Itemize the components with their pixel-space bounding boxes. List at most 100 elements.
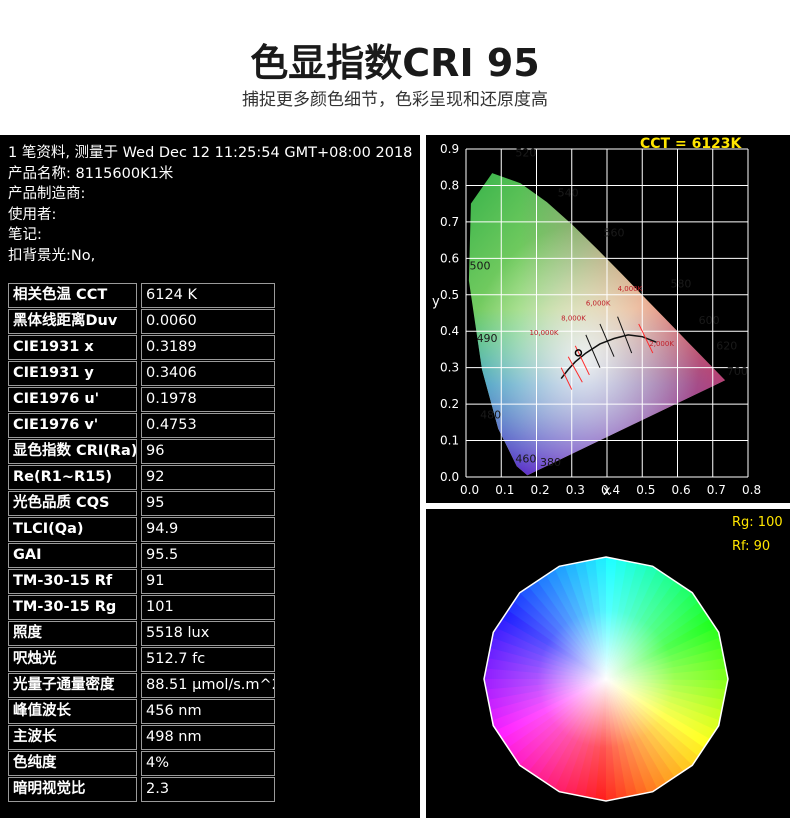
meta-line-notes: 笔记: — [8, 227, 42, 243]
table-value: 0.4753 — [141, 413, 275, 438]
x-tick-label: 0.1 — [495, 483, 514, 497]
table-value: 0.3406 — [141, 361, 275, 386]
table-row: 光色品质 CQS 95 — [8, 491, 278, 516]
table-key: CIE1931 x — [8, 335, 137, 360]
wavelength-label: 380 — [540, 456, 561, 469]
cie-diagram-panel: 0.0 0.1 0.2 0.3 0.4 0.5 0.6 0.7 0.8 0.0 0.1 0.2 0.3 0… — [426, 135, 790, 503]
table-key: 光量子通量密度 — [8, 673, 137, 698]
table-value: 101 — [141, 595, 275, 620]
tm30-color-vector-graphic: Rg: 100 Rf: 90 — [483, 515, 783, 802]
table-row: 色纯度 4% — [8, 751, 278, 776]
page-subtitle: 捕捉更多颜色细节，色彩呈现和还原度高 — [242, 90, 548, 110]
table-value: 0.0060 — [141, 309, 275, 334]
table-row: TM-30-15 Rg 101 — [8, 595, 278, 620]
table-row: 光量子通量密度 88.51 μmol/s.m^2 — [8, 673, 278, 698]
table-row: 峰值波长 456 nm — [8, 699, 278, 724]
table-key: TM-30-15 Rf — [8, 569, 137, 594]
table-key: CIE1976 v' — [8, 413, 137, 438]
wavelength-label: 490 — [477, 332, 498, 345]
table-value: 0.3189 — [141, 335, 275, 360]
table-row: 照度 5518 lux — [8, 621, 278, 646]
rf-label: Rf: 90 — [732, 539, 770, 554]
wavelength-label: 460 — [515, 452, 536, 465]
measurement-meta: 1 笔资料, 测量于 Wed Dec 12 11:25:54 GMT+08:00… — [8, 143, 418, 266]
x-tick-label: 0.6 — [672, 483, 691, 497]
table-key: Re(R1~R15) — [8, 465, 137, 490]
table-row: 主波长 498 nm — [8, 725, 278, 750]
cie-gamut-white — [468, 173, 725, 476]
rg-label: Rg: 100 — [732, 515, 783, 530]
x-tick-label: 0.7 — [707, 483, 726, 497]
table-row: 呎烛光 512.7 fc — [8, 647, 278, 672]
cct-mark-label: 2,000K — [649, 340, 674, 348]
table-row: CIE1976 u' 0.1978 — [8, 387, 278, 412]
wavelength-label: 520 — [515, 146, 536, 159]
table-key: 显色指数 CRI(Ra) — [8, 439, 137, 464]
cct-mark-label: 4,000K — [618, 285, 643, 293]
wavelength-label: 480 — [480, 409, 501, 422]
table-key: 峰值波长 — [8, 699, 137, 724]
x-tick-label: 0.2 — [531, 483, 550, 497]
cct-mark-label: 6,000K — [586, 300, 611, 308]
table-value: 6124 K — [141, 283, 275, 308]
y-tick-label: 0.4 — [440, 324, 459, 338]
meta-line-manufacturer: 产品制造商: — [8, 186, 86, 202]
y-tick-label: 0.0 — [440, 470, 459, 484]
meta-line-background: 扣背景光:No, — [8, 247, 96, 264]
table-value: 94.9 — [141, 517, 275, 542]
table-row: 黑体线距离Duv 0.0060 — [8, 309, 278, 334]
page-title: 色显指数CRI 95 — [250, 41, 540, 85]
table-row: CIE1931 x 0.3189 — [8, 335, 278, 360]
cct-mark-label: 10,000K — [529, 329, 558, 337]
table-value: 4% — [141, 751, 275, 776]
table-value: 5518 lux — [141, 621, 275, 646]
x-tick-label: 0.3 — [566, 483, 585, 497]
y-tick-label: 0.7 — [440, 215, 459, 229]
table-value: 95 — [141, 491, 275, 516]
y-tick-label: 0.5 — [440, 288, 459, 302]
table-row: CIE1976 v' 0.4753 — [8, 413, 278, 438]
table-value: 92 — [141, 465, 275, 490]
wavelength-label: 540 — [558, 186, 579, 199]
table-key: TLCI(Qa) — [8, 517, 137, 542]
table-value: 456 nm — [141, 699, 275, 724]
wavelength-label: 560 — [603, 226, 624, 239]
table-key: CIE1976 u' — [8, 387, 137, 412]
wavelength-label: 620 — [716, 339, 737, 352]
table-key: 照度 — [8, 621, 137, 646]
table-key: 色纯度 — [8, 751, 137, 776]
tm30-panel: Rg: 100 Rf: 90 — [426, 509, 790, 818]
measurement-panel: 1 笔资料, 测量于 Wed Dec 12 11:25:54 GMT+08:00… — [0, 135, 420, 818]
table-row: 显色指数 CRI(Ra) 96 — [8, 439, 278, 464]
table-key: TM-30-15 Rg — [8, 595, 137, 620]
table-row: 暗明视觉比 2.3 — [8, 777, 278, 802]
table-value: 0.1978 — [141, 387, 275, 412]
tm30-hue-wheel — [484, 557, 728, 801]
x-tick-label: 0.5 — [636, 483, 655, 497]
y-tick-label: 0.2 — [440, 397, 459, 411]
x-tick-label: 0.8 — [742, 483, 761, 497]
table-row: GAI 95.5 — [8, 543, 278, 568]
table-key: CIE1931 y — [8, 361, 137, 386]
table-row: TM-30-15 Rf 91 — [8, 569, 278, 594]
tm30-center-glow — [484, 557, 728, 801]
meta-line-timestamp: 1 笔资料, 测量于 Wed Dec 12 11:25:54 GMT+08:00… — [8, 145, 413, 161]
y-tick-label: 0.3 — [440, 361, 459, 375]
table-key: 黑体线距离Duv — [8, 309, 137, 334]
table-value: 512.7 fc — [141, 647, 275, 672]
x-tick-label: 0.0 — [460, 483, 479, 497]
cct-label: CCT = 6123K — [640, 136, 743, 152]
table-key: 主波长 — [8, 725, 137, 750]
wavelength-label: 580 — [670, 277, 691, 290]
table-key: 相关色温 CCT — [8, 283, 137, 308]
table-key: 呎烛光 — [8, 647, 137, 672]
table-value: 88.51 μmol/s.m^2 — [141, 673, 275, 698]
meta-line-user: 使用者: — [8, 206, 57, 223]
measurement-table: 相关色温 CCT 6124 K 黑体线距离Duv 0.0060 CIE1931 x 0.3… — [8, 283, 278, 803]
y-tick-label: 0.1 — [440, 434, 459, 448]
wavelength-label: 500 — [470, 259, 491, 272]
table-value: 95.5 — [141, 543, 275, 568]
wavelength-label: 700 — [727, 365, 748, 378]
meta-line-product-name: 产品名称: 8115600K1米 — [8, 165, 174, 182]
table-key: 光色品质 CQS — [8, 491, 137, 516]
